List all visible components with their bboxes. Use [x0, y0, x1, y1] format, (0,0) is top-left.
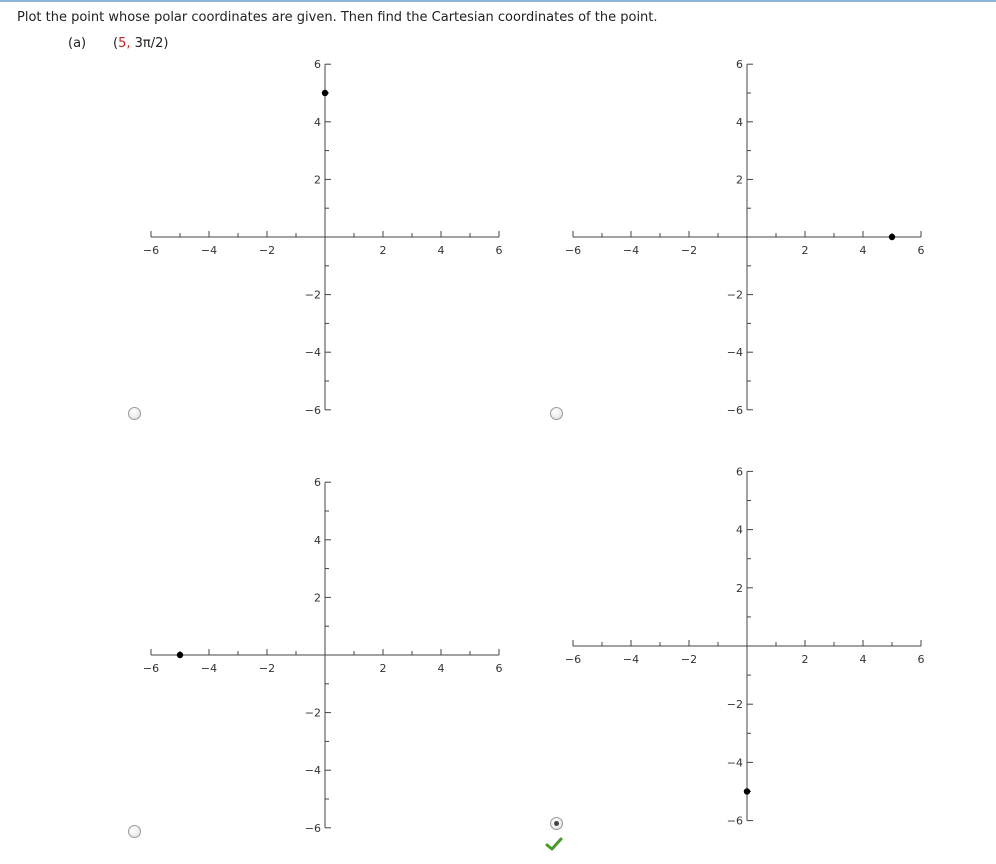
x-tick-label: −2: [259, 662, 275, 675]
y-tick-label: −4: [305, 764, 321, 777]
x-tick-label: 4: [860, 244, 867, 257]
x-tick-label: −2: [259, 244, 275, 257]
option-d-radio[interactable]: [550, 817, 563, 830]
x-tick-label: −6: [565, 244, 581, 257]
x-tick-label: 2: [380, 662, 387, 675]
option-c-radio[interactable]: [128, 825, 141, 838]
x-tick-label: −6: [143, 662, 159, 675]
x-tick-label: −6: [565, 653, 581, 666]
x-tick-label: −6: [143, 244, 159, 257]
y-tick-label: −6: [727, 815, 743, 828]
y-tick-label: −6: [305, 822, 321, 835]
y-tick-label: 2: [736, 173, 743, 186]
x-tick-label: −4: [623, 244, 639, 257]
data-point: [888, 233, 896, 241]
y-tick-label: −2: [727, 698, 743, 711]
answer-plots: −6 −4 −2 2 4 6 6 4 2 −2 −4 −6 −6 −4 −2 2 4 6 6 4 2 −2 −4 −6 −6 −4…: [143, 58, 925, 835]
y-tick-label: −2: [305, 289, 321, 302]
y-tick-label: 6: [314, 58, 321, 71]
x-tick-label: 6: [496, 662, 503, 675]
option-b-radio[interactable]: [550, 407, 563, 420]
x-tick-label: −2: [681, 653, 697, 666]
y-tick-label: −2: [305, 707, 321, 720]
y-tick-label: 6: [736, 465, 743, 478]
y-tick-label: −6: [727, 404, 743, 417]
y-tick-label: 4: [736, 116, 743, 129]
y-tick-label: 6: [736, 58, 743, 71]
y-tick-label: 6: [314, 476, 321, 489]
check-icon: [545, 837, 563, 851]
x-tick-label: 2: [802, 244, 809, 257]
x-tick-label: 6: [918, 653, 925, 666]
y-tick-label: 4: [314, 116, 321, 129]
x-tick-label: 6: [496, 244, 503, 257]
x-tick-label: 2: [380, 244, 387, 257]
x-tick-label: −4: [623, 653, 639, 666]
x-tick-label: 2: [802, 653, 809, 666]
x-tick-label: 4: [860, 653, 867, 666]
data-point: [176, 651, 184, 659]
option-a-radio[interactable]: [128, 407, 141, 420]
y-tick-label: −4: [727, 756, 743, 769]
radio-dot: [554, 821, 559, 826]
x-tick-label: −2: [681, 244, 697, 257]
x-tick-label: 6: [918, 244, 925, 257]
y-tick-label: 4: [736, 524, 743, 537]
data-point: [743, 788, 751, 795]
y-tick-label: 2: [736, 582, 743, 595]
y-tick-label: −4: [305, 346, 321, 359]
y-tick-label: −6: [305, 404, 321, 417]
y-tick-label: 2: [314, 173, 321, 186]
x-tick-label: −4: [201, 662, 217, 675]
x-tick-label: −4: [201, 244, 217, 257]
y-tick-label: −2: [727, 289, 743, 302]
y-tick-label: 4: [314, 534, 321, 547]
x-tick-label: 4: [438, 662, 445, 675]
data-point: [321, 89, 329, 97]
y-tick-label: −4: [727, 346, 743, 359]
x-tick-label: 4: [438, 244, 445, 257]
y-tick-label: 2: [314, 591, 321, 604]
